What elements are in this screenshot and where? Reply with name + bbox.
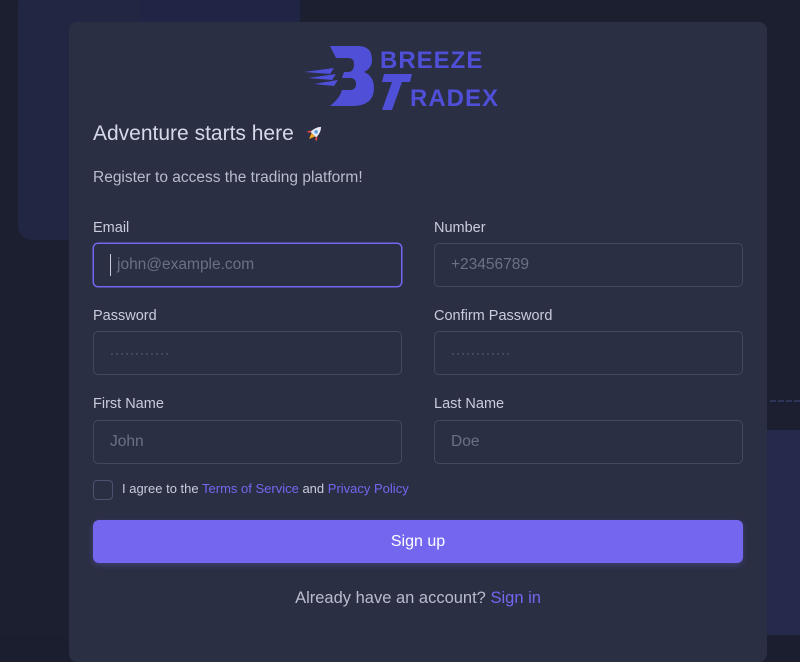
brand-logo: BREEZE RADEX xyxy=(304,46,499,112)
background-decoration xyxy=(770,400,800,402)
brand-name-line1: BREEZE xyxy=(380,47,483,74)
password-placeholder: ············ xyxy=(110,346,170,360)
email-placeholder: john@example.com xyxy=(117,256,255,273)
wing-icon xyxy=(304,68,338,86)
page-title: Adventure starts here xyxy=(93,122,326,146)
rocket-icon xyxy=(306,126,321,142)
sign-in-prompt-text: Already have an account? xyxy=(295,589,486,607)
first-name-label: First Name xyxy=(93,396,164,412)
agree-prefix: I agree to the xyxy=(122,481,199,496)
text-caret xyxy=(110,254,111,276)
sign-in-link[interactable]: Sign in xyxy=(490,589,540,607)
sign-in-prompt: Already have an account? Sign in xyxy=(0,589,800,608)
confirm-password-placeholder: ············ xyxy=(451,346,511,360)
last-name-placeholder: Doe xyxy=(451,433,480,450)
page-subtitle: Register to access the trading platform! xyxy=(93,169,363,186)
number-label: Number xyxy=(434,220,486,236)
number-input[interactable]: +23456789 xyxy=(434,243,743,287)
brand-name-line2: RADEX xyxy=(410,85,499,112)
email-label: Email xyxy=(93,220,130,236)
password-label: Password xyxy=(93,308,157,324)
b-letter-mark xyxy=(330,46,374,106)
agree-checkbox[interactable] xyxy=(93,480,113,500)
sign-up-button-label: Sign up xyxy=(390,532,446,550)
first-name-input[interactable]: John xyxy=(93,420,402,464)
terms-of-service-link[interactable]: Terms of Service xyxy=(202,481,299,496)
number-placeholder: +23456789 xyxy=(451,256,530,273)
confirm-password-input[interactable]: ············ xyxy=(434,331,743,375)
last-name-input[interactable]: Doe xyxy=(434,420,743,464)
sign-up-button[interactable]: Sign up xyxy=(93,520,743,563)
agree-text: I agree to the Terms of Service and Priv… xyxy=(122,481,409,496)
first-name-placeholder: John xyxy=(110,433,144,450)
page-title-text: Adventure starts here xyxy=(93,122,294,145)
t-letter-mark xyxy=(382,74,412,110)
email-input[interactable]: john@example.com xyxy=(93,243,402,287)
privacy-policy-link[interactable]: Privacy Policy xyxy=(328,481,409,496)
last-name-label: Last Name xyxy=(434,396,505,412)
password-input[interactable]: ············ xyxy=(93,331,402,375)
confirm-password-label: Confirm Password xyxy=(434,308,553,324)
agree-and: and xyxy=(302,481,325,496)
